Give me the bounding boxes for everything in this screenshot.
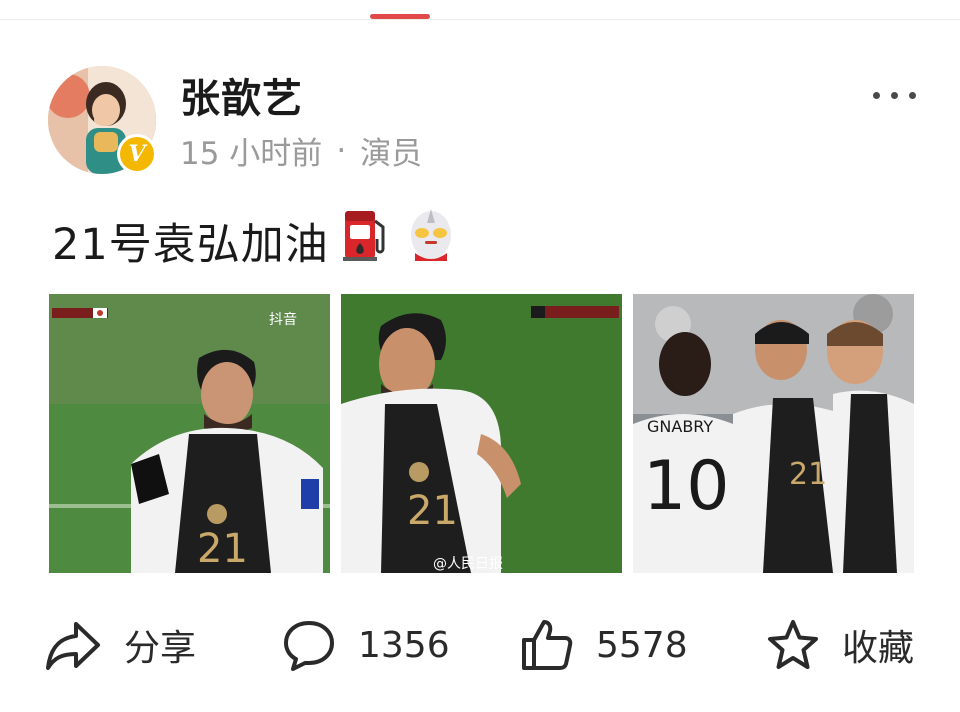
watermark-text: @人民日报: [433, 556, 503, 572]
post-text: 21号袁弘加油: [52, 205, 457, 276]
star-icon: [768, 620, 818, 669]
jersey-number: 21: [407, 488, 458, 534]
jersey-name-text: GNABRY: [647, 417, 713, 436]
more-dot-icon: [891, 92, 898, 99]
share-label: 分享: [124, 628, 197, 669]
post-image-3[interactable]: GNABRY 10 21: [633, 294, 914, 573]
divider: [0, 19, 960, 20]
thumbs-up-icon: [522, 620, 573, 670]
like-count: 5578: [596, 624, 688, 666]
ultraman-icon: [405, 205, 457, 276]
image-grid: 抖音 21 21 @人民日报 GNABRY 10 21: [49, 294, 914, 573]
jersey-number: 21: [197, 526, 248, 572]
more-dot-icon: [909, 92, 916, 99]
more-options-button[interactable]: [873, 92, 916, 99]
share-button[interactable]: 分享: [44, 618, 196, 672]
verified-badge-icon: V: [117, 134, 157, 174]
more-dot-icon: [873, 92, 880, 99]
jersey-number: 10: [643, 447, 730, 526]
action-bar: 分享 1356 5578 收藏: [0, 618, 960, 678]
share-icon: [46, 622, 100, 670]
post-image-1[interactable]: 抖音 21: [49, 294, 330, 573]
comment-count: 1356: [358, 624, 450, 666]
jersey-number: 21: [789, 457, 827, 492]
post-image-2[interactable]: 21 @人民日报: [341, 294, 622, 573]
comment-button[interactable]: 1356: [282, 618, 450, 672]
author-name[interactable]: 张歆艺: [180, 66, 303, 124]
comment-icon: [284, 621, 334, 671]
favorite-button[interactable]: 收藏: [766, 618, 914, 672]
favorite-label: 收藏: [842, 628, 915, 669]
post-text-content: 21号袁弘加油: [52, 219, 329, 270]
post-time: 15 小时前: [180, 136, 323, 172]
like-button[interactable]: 5578: [520, 618, 688, 672]
post-meta: 15 小时前 · 演员: [180, 128, 422, 173]
author-category: 演员: [360, 136, 423, 172]
meta-separator: ·: [336, 132, 347, 169]
fuel-pump-icon: [341, 207, 393, 274]
watermark-text: 抖音: [269, 311, 297, 328]
